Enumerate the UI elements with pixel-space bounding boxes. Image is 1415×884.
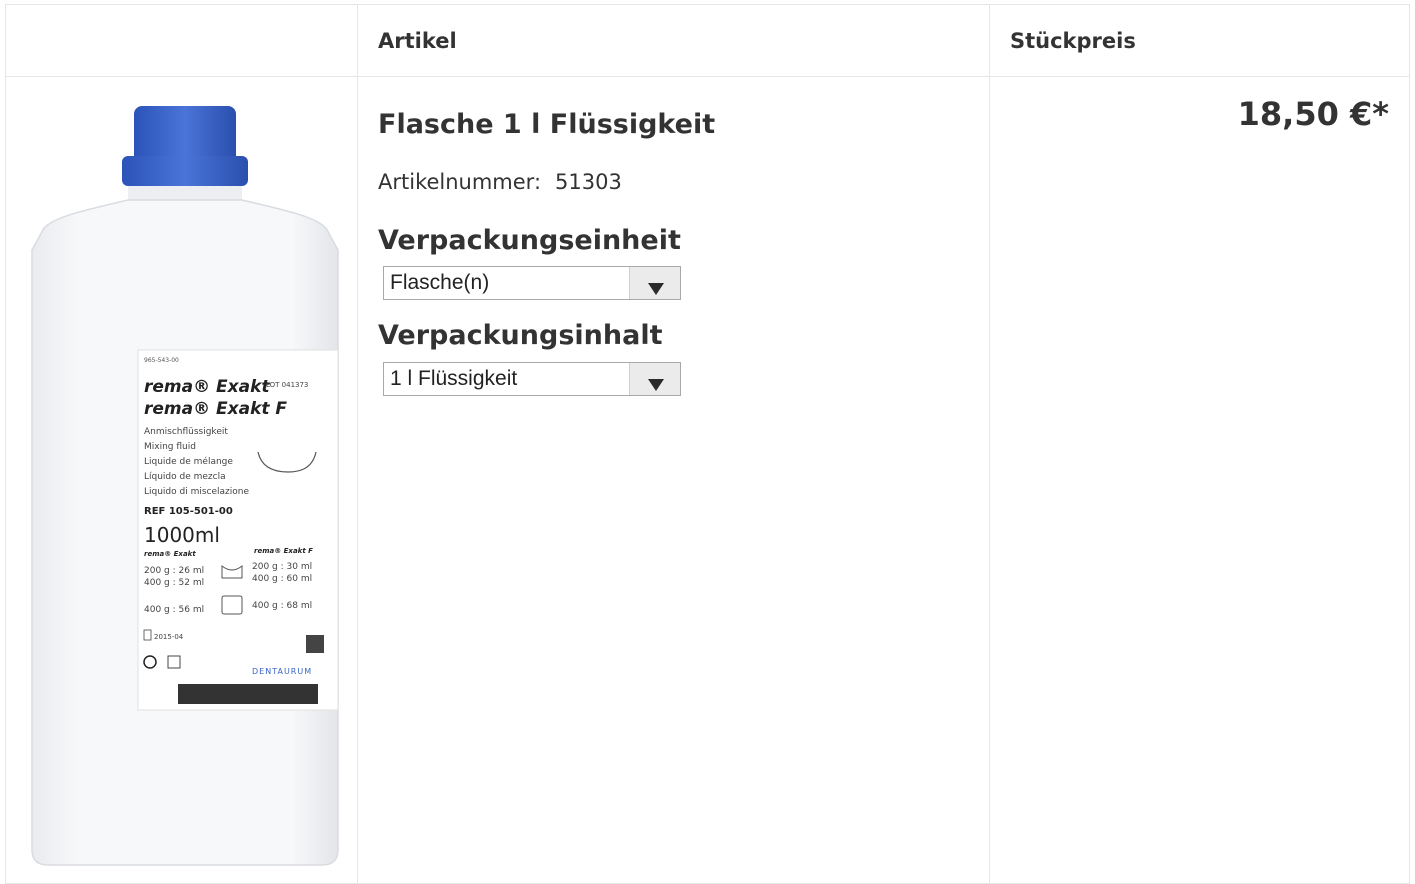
label-right-3: 400 g : 68 ml <box>252 601 312 611</box>
label-desc-2: Mixing fluid <box>144 442 196 452</box>
label-left-3: 400 g : 56 ml <box>144 605 204 615</box>
sku-value: 51303 <box>555 170 622 194</box>
packaging-content-value: 1 l Flüssigkeit <box>390 367 518 390</box>
label-line2: rema® Exakt F <box>144 399 287 419</box>
label-left-2: 400 g : 52 ml <box>144 578 204 588</box>
label-lot: LOT 041373 <box>266 381 308 389</box>
packaging-content-label: Verpackungsinhalt <box>378 320 663 351</box>
packaging-unit-select[interactable]: Flasche(n) <box>383 266 681 300</box>
header-unit-price: Stückpreis <box>1010 29 1136 53</box>
packaging-content-select[interactable]: 1 l Flüssigkeit <box>383 362 681 396</box>
unit-price: 18,50 €* <box>1237 95 1389 133</box>
label-right-2: 400 g : 60 ml <box>252 574 312 584</box>
qr-code-icon <box>306 635 324 653</box>
chevron-down-icon[interactable] <box>629 363 680 395</box>
barcode-icon <box>178 684 318 704</box>
header-article: Artikel <box>378 29 457 53</box>
label-desc-5: Liquido di miscelazione <box>144 487 249 497</box>
label-volume: 1000ml <box>144 523 220 547</box>
label-line1: rema® Exakt <box>144 377 270 397</box>
label-date: 2015-04 <box>154 633 184 641</box>
packaging-unit-label: Verpackungseinheit <box>378 225 681 256</box>
label-right-1: 200 g : 30 ml <box>252 562 312 572</box>
label-desc-4: Líquido de mezcla <box>144 472 226 482</box>
label-desc-1: Anmischflüssigkeit <box>144 427 228 437</box>
column-divider <box>357 5 358 883</box>
label-code: 965-543-00 <box>144 357 179 364</box>
label-left-1: 200 g : 26 ml <box>144 566 204 576</box>
label-ref: REF 105-501-00 <box>144 506 233 517</box>
cart-table: Artikel Stückpreis 965-543-00 rema® Exak… <box>5 4 1410 884</box>
label-desc-3: Liquide de mélange <box>144 456 233 467</box>
header-divider <box>6 76 1409 77</box>
label-right-head: rema® Exakt F <box>254 547 313 555</box>
product-image[interactable]: 965-543-00 rema® Exakt rema® Exakt F LOT… <box>26 100 346 870</box>
product-sku: Artikelnummer: 51303 <box>378 170 622 194</box>
chevron-down-icon[interactable] <box>629 267 680 299</box>
column-divider <box>989 5 990 883</box>
product-title[interactable]: Flasche 1 l Flüssigkeit <box>378 109 715 140</box>
label-left-head: rema® Exakt <box>144 550 196 558</box>
sku-label: Artikelnummer: <box>378 170 542 194</box>
packaging-unit-value: Flasche(n) <box>390 271 490 294</box>
label-brand: DENTAURUM <box>252 667 312 676</box>
